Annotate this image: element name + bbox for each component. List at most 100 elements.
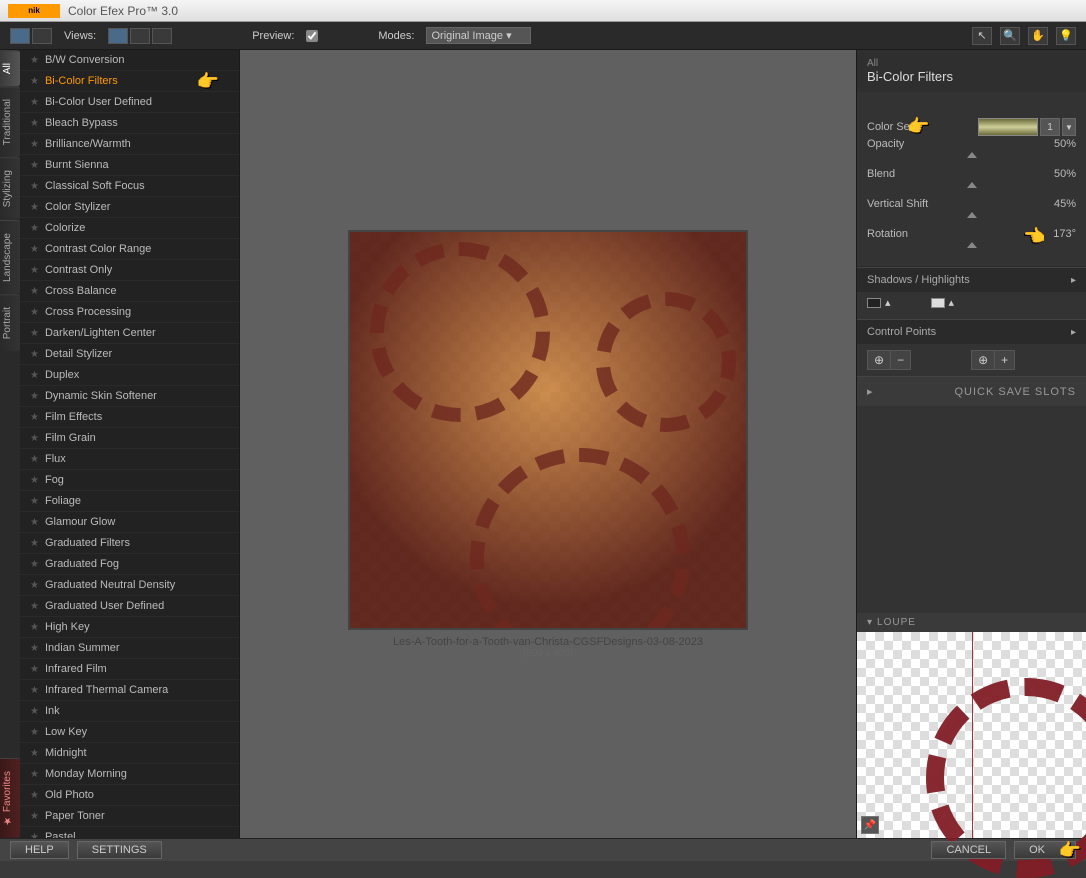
thumb-view-button[interactable] xyxy=(10,28,30,44)
category-tab-landscape[interactable]: Landscape xyxy=(0,220,20,294)
star-icon[interactable]: ★ xyxy=(30,622,39,633)
filter-item[interactable]: ★Color Stylizer xyxy=(20,197,239,218)
star-icon[interactable]: ★ xyxy=(30,97,39,108)
shadows-highlights-header[interactable]: Shadows / Highlights ▸ xyxy=(857,267,1086,292)
pan-tool-icon[interactable]: ✋ xyxy=(1028,27,1048,45)
filter-item[interactable]: ★Graduated Fog xyxy=(20,554,239,575)
category-tab-traditional[interactable]: Traditional xyxy=(0,86,20,157)
filter-item[interactable]: ★Graduated Filters xyxy=(20,533,239,554)
star-icon[interactable]: ★ xyxy=(30,790,39,801)
cancel-button[interactable]: CANCEL xyxy=(931,841,1006,859)
star-icon[interactable]: ★ xyxy=(30,160,39,171)
star-icon[interactable]: ★ xyxy=(30,538,39,549)
star-icon[interactable]: ★ xyxy=(30,202,39,213)
filter-item[interactable]: ★Bi-Color Filters👉 xyxy=(20,71,239,92)
category-tab-stylizing[interactable]: Stylizing xyxy=(0,157,20,219)
filter-item[interactable]: ★Paper Toner xyxy=(20,806,239,827)
filter-item[interactable]: ★Burnt Sienna xyxy=(20,155,239,176)
filter-item[interactable]: ★Cross Processing xyxy=(20,302,239,323)
filter-item[interactable]: ★Old Photo xyxy=(20,785,239,806)
star-icon[interactable]: ★ xyxy=(30,517,39,528)
help-button[interactable]: HELP xyxy=(10,841,69,859)
star-icon[interactable]: ★ xyxy=(30,286,39,297)
filter-item[interactable]: ★Graduated Neutral Density xyxy=(20,575,239,596)
star-icon[interactable]: ★ xyxy=(30,223,39,234)
filter-item[interactable]: ★Graduated User Defined xyxy=(20,596,239,617)
add-negative-cp-button[interactable]: ⊕− xyxy=(867,350,911,370)
star-icon[interactable]: ★ xyxy=(30,475,39,486)
tip-tool-icon[interactable]: 💡 xyxy=(1056,27,1076,45)
category-tab-portrait[interactable]: Portrait xyxy=(0,294,20,351)
slider-track[interactable] xyxy=(867,242,1076,252)
star-icon[interactable]: ★ xyxy=(30,727,39,738)
filter-item[interactable]: ★Bleach Bypass xyxy=(20,113,239,134)
filter-item[interactable]: ★B/W Conversion xyxy=(20,50,239,71)
filter-item[interactable]: ★Foliage xyxy=(20,491,239,512)
star-icon[interactable]: ★ xyxy=(30,832,39,839)
filter-item[interactable]: ★Infrared Film xyxy=(20,659,239,680)
filter-item[interactable]: ★Cross Balance xyxy=(20,281,239,302)
filter-item[interactable]: ★Film Grain xyxy=(20,428,239,449)
star-icon[interactable]: ★ xyxy=(30,748,39,759)
split-view-button[interactable] xyxy=(130,28,150,44)
highlights-control[interactable]: ▴ xyxy=(931,296,955,309)
slider-track[interactable] xyxy=(867,152,1076,162)
shadows-control[interactable]: ▴ xyxy=(867,296,891,309)
color-set-picker[interactable]: 1 ▼ xyxy=(978,118,1076,136)
filter-item[interactable]: ★Duplex xyxy=(20,365,239,386)
star-icon[interactable]: ★ xyxy=(30,391,39,402)
star-icon[interactable]: ★ xyxy=(30,139,39,150)
preview-checkbox[interactable] xyxy=(306,30,318,42)
chevron-down-icon[interactable]: ▼ xyxy=(1062,118,1076,136)
settings-button[interactable]: SETTINGS xyxy=(77,841,162,859)
quick-save-header[interactable]: ▸QUICK SAVE SLOTS xyxy=(857,376,1086,406)
star-icon[interactable]: ★ xyxy=(30,664,39,675)
star-icon[interactable]: ★ xyxy=(30,601,39,612)
loupe-header[interactable]: ▾LOUPE xyxy=(857,613,1086,632)
filter-item[interactable]: ★Pastel xyxy=(20,827,239,838)
ok-button[interactable]: OK👉 xyxy=(1014,841,1076,859)
star-icon[interactable]: ★ xyxy=(30,307,39,318)
star-icon[interactable]: ★ xyxy=(30,55,39,66)
star-icon[interactable]: ★ xyxy=(30,643,39,654)
list-view-button[interactable] xyxy=(32,28,52,44)
star-icon[interactable]: ★ xyxy=(30,244,39,255)
star-icon[interactable]: ★ xyxy=(30,181,39,192)
filter-item[interactable]: ★Contrast Only xyxy=(20,260,239,281)
filter-item[interactable]: ★Fog xyxy=(20,470,239,491)
modes-select[interactable]: Original Image ▾ xyxy=(426,27,530,44)
single-view-button[interactable] xyxy=(108,28,128,44)
star-icon[interactable]: ★ xyxy=(30,328,39,339)
filter-item[interactable]: ★Detail Stylizer xyxy=(20,344,239,365)
filter-item[interactable]: ★Infrared Thermal Camera xyxy=(20,680,239,701)
filter-item[interactable]: ★Classical Soft Focus xyxy=(20,176,239,197)
filter-item[interactable]: ★Colorize xyxy=(20,218,239,239)
filter-item[interactable]: ★Monday Morning xyxy=(20,764,239,785)
star-icon[interactable]: ★ xyxy=(30,559,39,570)
filter-item[interactable]: ★Ink xyxy=(20,701,239,722)
filter-item[interactable]: ★Midnight xyxy=(20,743,239,764)
star-icon[interactable]: ★ xyxy=(30,811,39,822)
slider-track[interactable] xyxy=(867,212,1076,222)
star-icon[interactable]: ★ xyxy=(30,496,39,507)
star-icon[interactable]: ★ xyxy=(30,349,39,360)
filter-item[interactable]: ★Brilliance/Warmth xyxy=(20,134,239,155)
star-icon[interactable]: ★ xyxy=(30,454,39,465)
star-icon[interactable]: ★ xyxy=(30,580,39,591)
star-icon[interactable]: ★ xyxy=(30,706,39,717)
pin-icon[interactable]: 📌 xyxy=(861,816,879,834)
filter-item[interactable]: ★Glamour Glow xyxy=(20,512,239,533)
star-icon[interactable]: ★ xyxy=(30,76,39,87)
star-icon[interactable]: ★ xyxy=(30,769,39,780)
zoom-tool-icon[interactable]: 🔍 xyxy=(1000,27,1020,45)
star-icon[interactable]: ★ xyxy=(30,433,39,444)
filter-item[interactable]: ★Low Key xyxy=(20,722,239,743)
star-icon[interactable]: ★ xyxy=(30,370,39,381)
filter-item[interactable]: ★Darken/Lighten Center xyxy=(20,323,239,344)
slider-track[interactable] xyxy=(867,182,1076,192)
category-tab-all[interactable]: All xyxy=(0,50,20,86)
filter-item[interactable]: ★Flux xyxy=(20,449,239,470)
pointer-tool-icon[interactable]: ↖ xyxy=(972,27,992,45)
filter-item[interactable]: ★Film Effects xyxy=(20,407,239,428)
star-icon[interactable]: ★ xyxy=(30,118,39,129)
